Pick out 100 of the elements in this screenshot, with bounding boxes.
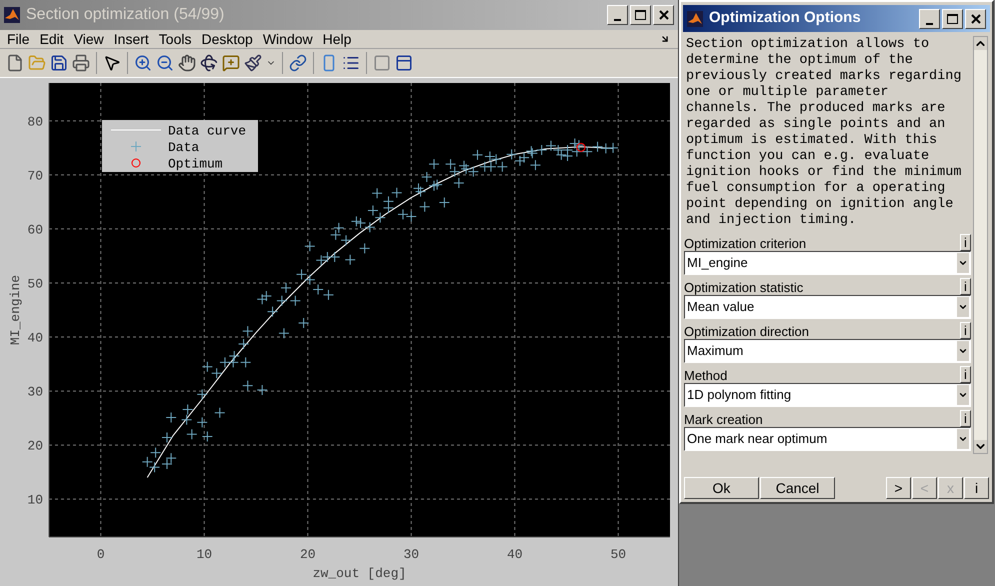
y-tick-label: 50 bbox=[27, 276, 43, 292]
dropdown[interactable]: Maximum bbox=[684, 339, 971, 363]
rotate-icon[interactable] bbox=[200, 54, 218, 72]
data-point bbox=[552, 144, 564, 156]
hand-icon[interactable] bbox=[178, 54, 196, 72]
close-button[interactable] bbox=[653, 5, 674, 25]
data-point bbox=[421, 172, 432, 183]
data-point bbox=[415, 186, 426, 198]
dock-icon[interactable] bbox=[660, 34, 670, 44]
data-point bbox=[355, 217, 366, 228]
scroll-up-icon[interactable] bbox=[974, 37, 987, 50]
data-point bbox=[340, 234, 352, 246]
data-point bbox=[267, 306, 278, 318]
dropdown[interactable]: MI_engine bbox=[684, 251, 971, 275]
pointer-icon[interactable] bbox=[103, 54, 121, 72]
data-point bbox=[428, 158, 440, 170]
y-tick-label: 60 bbox=[27, 222, 43, 238]
zoom-out-icon[interactable] bbox=[156, 54, 174, 72]
legend-label: Data curve bbox=[168, 124, 246, 138]
menu-item[interactable]: Edit bbox=[34, 28, 69, 50]
data-point bbox=[242, 326, 254, 337]
data-point bbox=[458, 160, 470, 172]
y-axis-label: MI_engine bbox=[8, 274, 23, 346]
dropdown[interactable]: One mark near optimum bbox=[684, 427, 971, 451]
data-point bbox=[330, 229, 342, 240]
data-point bbox=[367, 205, 378, 216]
caret-icon bbox=[957, 297, 969, 317]
dropdown[interactable]: Mean value bbox=[684, 295, 971, 319]
info-button[interactable]: i bbox=[960, 234, 971, 251]
data-point bbox=[573, 140, 584, 151]
scrollbar[interactable] bbox=[973, 36, 988, 454]
data-point bbox=[374, 212, 386, 224]
data-point bbox=[256, 294, 268, 305]
window-icon[interactable] bbox=[395, 54, 413, 72]
data-point bbox=[211, 368, 222, 379]
x-axis-label: zw_out [deg] bbox=[312, 566, 406, 581]
printer-icon[interactable] bbox=[72, 54, 90, 72]
info-button[interactable]: i bbox=[960, 366, 971, 383]
close-button[interactable] bbox=[965, 8, 986, 28]
data-cursor-icon[interactable] bbox=[222, 54, 240, 72]
menu-item[interactable]: Help bbox=[318, 28, 356, 50]
data-point bbox=[468, 166, 479, 178]
info-button[interactable]: i bbox=[960, 410, 971, 427]
menu-item[interactable]: File bbox=[2, 28, 35, 50]
data-point bbox=[506, 148, 518, 160]
dialog-button[interactable]: Cancel bbox=[760, 477, 835, 499]
menu-item[interactable]: Tools bbox=[154, 28, 196, 50]
data-point bbox=[290, 295, 301, 306]
save-icon[interactable] bbox=[50, 54, 68, 72]
dropdown[interactable]: 1D polynom fitting bbox=[684, 383, 971, 407]
data-point bbox=[304, 274, 316, 286]
legend-plus-icon bbox=[130, 141, 142, 152]
scroll-down-icon[interactable] bbox=[974, 440, 987, 453]
data-point bbox=[397, 208, 408, 220]
x-tick-label: 0 bbox=[96, 547, 105, 562]
data-point bbox=[196, 416, 208, 428]
new-file-icon[interactable] bbox=[6, 54, 24, 72]
data-point bbox=[162, 458, 172, 470]
nav-button[interactable]: > bbox=[886, 477, 911, 499]
data-point bbox=[202, 430, 213, 442]
data-point bbox=[600, 142, 612, 154]
data-point bbox=[316, 254, 327, 266]
brush-icon[interactable] bbox=[244, 54, 262, 72]
minimize-button[interactable] bbox=[607, 5, 628, 25]
minimize-button[interactable] bbox=[919, 8, 940, 28]
link-icon[interactable] bbox=[289, 54, 307, 72]
y-tick-label: 40 bbox=[27, 330, 43, 346]
data-point bbox=[372, 188, 383, 199]
description-text: Section optimization allows to determine the optimum of the previously created marks regarding one or multiple parameter channels. The produced marks are regarded as single points and an optimum is estimated. With this function you can e.g. evaluate ignition hooks or find the minimum fuel consumption for a operating point depending on ignition angle and injection timing. bbox=[686, 37, 962, 230]
field-label: Method bbox=[684, 369, 728, 383]
data-point bbox=[214, 407, 226, 418]
info-button[interactable]: i bbox=[960, 322, 971, 339]
maximize-button[interactable] bbox=[942, 8, 963, 28]
field-label: Mark creation bbox=[684, 413, 764, 427]
dialog-button[interactable]: Ok bbox=[684, 477, 759, 499]
data-point bbox=[242, 380, 254, 392]
x-tick-label: 10 bbox=[196, 547, 212, 562]
data-point bbox=[364, 222, 376, 233]
nav-button[interactable]: i bbox=[964, 477, 989, 499]
data-point bbox=[571, 146, 582, 158]
info-button[interactable]: i bbox=[960, 278, 971, 295]
data-point bbox=[496, 161, 508, 172]
maximize-button[interactable] bbox=[630, 5, 651, 25]
app-logo-icon bbox=[687, 10, 703, 26]
menu-item[interactable]: Desktop bbox=[196, 28, 258, 50]
data-point bbox=[419, 201, 430, 212]
legend-label: Data bbox=[168, 140, 200, 155]
menu-item[interactable]: Window bbox=[258, 28, 318, 50]
data-point bbox=[166, 412, 177, 424]
data-point bbox=[445, 158, 456, 170]
data-point bbox=[545, 140, 556, 152]
legend-icon[interactable] bbox=[342, 54, 360, 72]
x-tick-label: 40 bbox=[506, 547, 523, 562]
data-point bbox=[460, 163, 472, 174]
menu-item[interactable]: View bbox=[68, 28, 109, 50]
zoom-in-icon[interactable] bbox=[134, 54, 152, 72]
menu-item[interactable]: Insert bbox=[108, 28, 154, 50]
legend-label: Optimum bbox=[168, 156, 223, 172]
data-point bbox=[142, 456, 153, 468]
field-label: Optimization criterion bbox=[684, 237, 808, 251]
